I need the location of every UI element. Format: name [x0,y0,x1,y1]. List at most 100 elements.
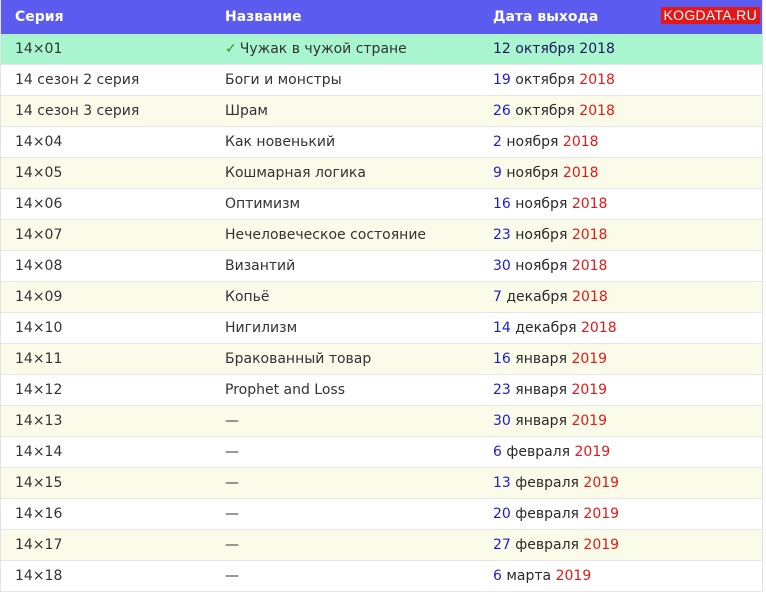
episode-table: Серия Название Дата выхода KOGDATA.RU 14… [0,0,763,592]
date-month: марта [506,568,552,584]
episode-title-cell: Оптимизм [213,196,478,212]
table-row: 14 сезон 2 серия Боги и монстры 19 октября… [1,65,762,96]
date-year: 2018 [571,258,608,274]
date-year: 2018 [571,227,608,243]
date-day: 30 [493,413,511,429]
episode-number: 14×16 [15,506,63,522]
date-day: 13 [493,475,511,491]
date-year: 2019 [571,351,608,367]
episode-title-cell: Как новенький [213,134,478,150]
episode-number: 14 сезон 2 серия [15,72,140,88]
date-month: октября [515,72,575,88]
table-header: Серия Название Дата выхода KOGDATA.RU [1,0,762,34]
release-date: 13 февраля 2019 [478,475,762,491]
episode-title-cell: — [213,413,478,429]
date-day: 23 [493,382,511,398]
episode-title: Чужак в чужой стране [239,41,407,57]
date-day: 2 [493,134,502,150]
date-month: ноября [515,258,568,274]
episode-title: — [225,444,239,460]
date-month: октября [515,103,575,119]
episode-title-cell: Боги и монстры [213,72,478,88]
date-month: октября [515,41,575,57]
date-month: февраля [515,506,579,522]
release-date: 30 ноября 2018 [478,258,762,274]
table-row: 14×12 Prophet and Loss 23 января 2019 [1,375,762,406]
table-row: 14×04 Как новенький 2 ноября 2018 [1,127,762,158]
date-year: 2018 [581,320,617,336]
episode-title-cell: Шрам [213,103,478,119]
release-date: 16 ноября 2018 [478,196,762,212]
checkmark-icon: ✓ [225,41,237,57]
release-date: 6 февраля 2019 [478,444,762,460]
episode-number: 14×11 [15,351,63,367]
episode-title: Шрам [225,103,268,119]
table-row: 14×08 Византий 30 ноября 2018 [1,251,762,282]
table-row: 14×11 Бракованный товар 16 января 2019 [1,344,762,375]
date-month: декабря [515,320,577,336]
site-badge: KOGDATA.RU [660,7,760,24]
episode-title-cell: Бракованный товар [213,351,478,367]
episode-title: — [225,568,239,584]
date-year: 2019 [571,413,608,429]
episode-number: 14×14 [15,444,63,460]
episode-number: 14×13 [15,413,63,429]
episode-title-cell: — [213,506,478,522]
date-day: 26 [493,103,511,119]
date-year: 2019 [574,444,611,460]
date-month: января [515,413,567,429]
date-day: 7 [493,289,502,305]
episode-title: Нигилизм [225,320,298,336]
date-year: 2018 [572,289,608,305]
date-year: 2018 [562,134,599,150]
release-date: 27 февраля 2019 [478,537,762,553]
date-month: января [515,351,567,367]
date-day: 23 [493,227,511,243]
date-month: ноября [515,196,568,212]
episode-number: 14×07 [15,227,63,243]
episode-title: Кошмарная логика [225,165,366,181]
date-month: ноября [515,227,568,243]
episode-title-cell: Копьё [213,289,478,305]
table-body: 14×01 ✓ Чужак в чужой стране 12 октября 201… [1,34,762,592]
date-day: 20 [493,506,511,522]
episode-number: 14×06 [15,196,63,212]
release-date: 2 ноября 2018 [478,134,762,150]
episode-title: Как новенький [225,134,336,150]
episode-title-cell: — [213,537,478,553]
episode-number: 14×08 [15,258,63,274]
episode-title-cell: — [213,568,478,584]
release-date: 16 января 2019 [478,351,762,367]
release-date: 30 января 2019 [478,413,762,429]
date-month: февраля [515,537,579,553]
episode-number: 14×05 [15,165,63,181]
date-day: 14 [493,320,511,336]
episode-number: 14×17 [15,537,63,553]
release-date: 23 ноября 2018 [478,227,762,243]
date-month: декабря [506,289,568,305]
date-day: 9 [493,165,502,181]
episode-title-cell: Prophet and Loss [213,382,478,398]
episode-title: Нечеловеческое состояние [225,227,427,243]
date-day: 30 [493,258,511,274]
header-series: Серия [15,9,64,25]
episode-title-cell: — [213,444,478,460]
table-row: 14×01 ✓ Чужак в чужой стране 12 октября 201… [1,34,762,65]
date-month: ноября [506,134,559,150]
date-day: 19 [493,72,511,88]
table-row: 14×15 — 13 февраля 2019 [1,468,762,499]
episode-number: 14×18 [15,568,63,584]
release-date: 14 декабря 2018 [478,320,762,336]
date-day: 6 [493,444,502,460]
episode-title-cell: Кошмарная логика [213,165,478,181]
episode-number: 14×10 [15,320,63,336]
release-date: 7 декабря 2018 [478,289,762,305]
date-year: 2018 [571,196,608,212]
date-day: 16 [493,196,511,212]
episode-number: 14×09 [15,289,63,305]
date-year: 2019 [583,475,620,491]
episode-title: Копьё [225,289,270,305]
release-date: 19 октября 2018 [478,72,762,88]
table-row: 14×05 Кошмарная логика 9 ноября 2018 [1,158,762,189]
table-row: 14×09 Копьё 7 декабря 2018 [1,282,762,313]
